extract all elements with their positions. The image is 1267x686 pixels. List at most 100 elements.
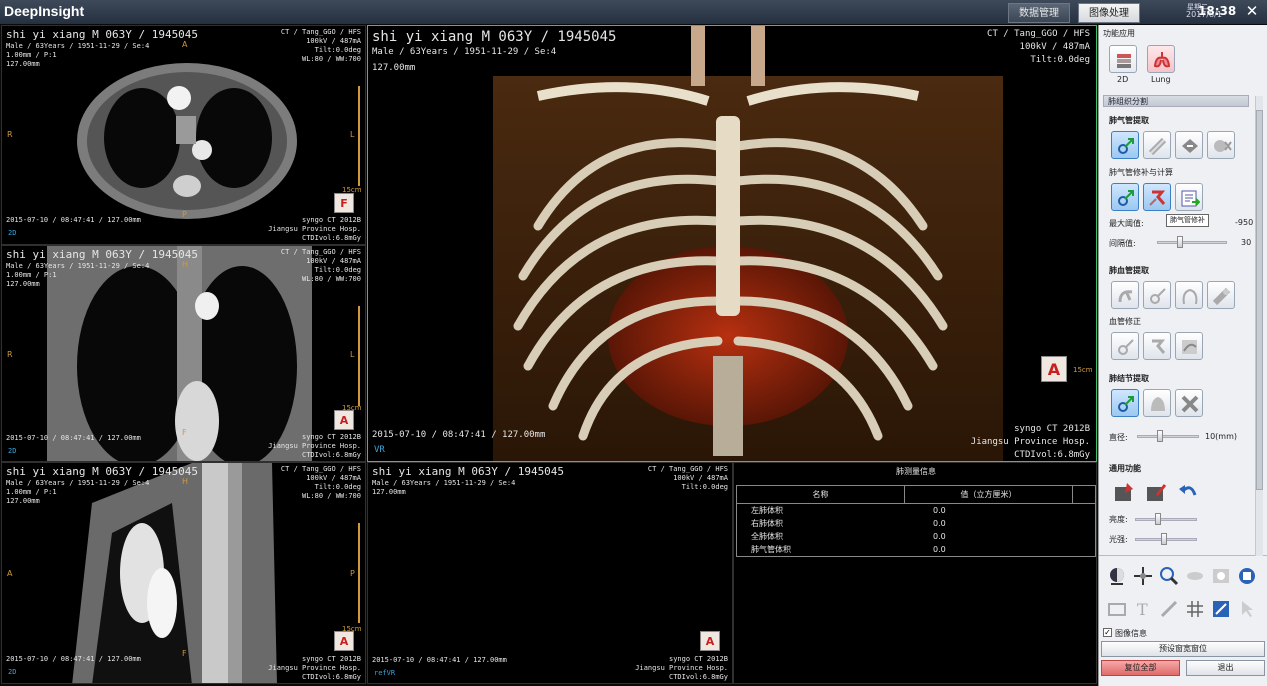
patient-name: shi yi xiang M 063Y / 1945045: [372, 29, 617, 45]
vessel-extract-button-4[interactable]: [1207, 281, 1235, 309]
nodule-lung-button[interactable]: [1143, 389, 1171, 417]
axial-viewport[interactable]: shi yi xiang M 063Y / 1945045 Male / 63Y…: [1, 25, 366, 245]
brightness-slider-thumb[interactable]: [1155, 513, 1161, 525]
rotate-icon[interactable]: [1185, 566, 1205, 586]
zoom-icon[interactable]: [1159, 566, 1179, 586]
window-level: WL:80 / WW:700: [301, 492, 361, 500]
table-row[interactable]: 肺气管体积 0.0: [737, 543, 1095, 556]
reset-all-button[interactable]: 复位全部: [1101, 660, 1180, 676]
hospital: Jiangsu Province Hosp.: [268, 664, 361, 672]
orientation-cube[interactable]: A: [334, 410, 354, 430]
tab-image-processing[interactable]: 图像处理: [1078, 3, 1140, 23]
ruler-icon[interactable]: [1159, 599, 1179, 619]
app-2d-button[interactable]: [1109, 45, 1137, 73]
rectangle-roi-icon[interactable]: [1107, 599, 1127, 619]
image-info-checkbox[interactable]: ✓: [1103, 628, 1112, 637]
airway-extract-heading: 肺气管提取: [1109, 116, 1149, 125]
sagittal-viewport[interactable]: shi yi xiang M 063Y / 1945045 Male / 63Y…: [1, 462, 366, 684]
coronal-viewport[interactable]: shi yi xiang M 063Y / 1945045 Male / 63Y…: [1, 245, 366, 462]
airway-repair-button[interactable]: [1143, 183, 1171, 211]
light-slider-thumb[interactable]: [1161, 533, 1167, 545]
vessel-repair-button[interactable]: [1143, 332, 1171, 360]
orientation-cube[interactable]: F: [334, 193, 354, 213]
nodule-extract-heading: 肺结节提取: [1109, 374, 1149, 383]
table-row[interactable]: 全肺体积 0.0: [737, 530, 1095, 543]
thickness: 127.00mm: [372, 63, 416, 73]
airway-tube-button[interactable]: [1143, 131, 1171, 159]
hospital: Jiangsu Province Hosp.: [268, 442, 361, 450]
orientation-left: R: [7, 350, 13, 359]
screenshot-icon[interactable]: [1211, 599, 1231, 619]
vessel-repair-seed-button[interactable]: [1111, 332, 1139, 360]
interval-slider-thumb[interactable]: [1177, 236, 1183, 248]
hospital: Jiangsu Province Hosp.: [970, 437, 1090, 447]
table-row[interactable]: 左肺体积 0.0: [737, 504, 1095, 517]
window-level-icon[interactable]: [1107, 566, 1127, 586]
volume-rendering-image: [493, 26, 1003, 461]
slice-info: 1.00mm / P:1: [6, 51, 57, 59]
table-title: 肺测量信息: [896, 467, 936, 476]
panel-scroll-thumb[interactable]: [1256, 110, 1263, 490]
tab-data-management[interactable]: 数据管理: [1008, 3, 1070, 23]
layout-icon[interactable]: [1237, 566, 1257, 586]
airway-repair-seed-button[interactable]: [1111, 183, 1139, 211]
orientation-cube[interactable]: A: [1041, 356, 1067, 382]
volume-render-viewport[interactable]: shi yi xiang M 063Y / 1945045 Male / 63Y…: [367, 25, 1097, 462]
airway-repair-tooltip: 肺气管修补: [1166, 214, 1209, 227]
panel-scrollbar[interactable]: [1255, 96, 1263, 556]
orientation-cube[interactable]: A: [700, 631, 720, 651]
thickness: 127.00mm: [372, 488, 406, 496]
patient-demographics: Male / 63Years / 1951-11-29 / Se:4: [6, 262, 150, 270]
row-name: 左肺体积: [751, 506, 783, 515]
view-mode: 2D: [8, 447, 17, 455]
brightness-label: 亮度:: [1109, 515, 1128, 524]
close-icon[interactable]: ✕: [1244, 2, 1260, 20]
paint-red-icon[interactable]: [1113, 481, 1135, 503]
row-value: 0.0: [933, 545, 946, 554]
window-level: WL:80 / WW:700: [301, 275, 361, 283]
nodule-clear-button[interactable]: [1175, 389, 1203, 417]
tilt-info: Tilt:0.0deg: [681, 483, 728, 491]
max-threshold-value: -950: [1235, 218, 1254, 227]
brightness-slider-track[interactable]: [1135, 518, 1197, 521]
preset-window-button[interactable]: 预设窗宽窗位: [1101, 641, 1265, 657]
paint-edit-icon[interactable]: [1145, 481, 1167, 503]
diameter-slider-thumb[interactable]: [1157, 430, 1163, 442]
vessel-calc-button[interactable]: [1175, 332, 1203, 360]
airway-repair-heading: 肺气管修补与计算: [1109, 168, 1173, 177]
orientation-cube[interactable]: A: [334, 631, 354, 651]
pan-icon[interactable]: [1133, 566, 1153, 586]
lung-volume-table: 名称 值（立方厘米） 左肺体积 0.0 右肺体积 0.0 全肺体积 0.0 肺气管体积…: [736, 485, 1096, 557]
ct-info: CT / Tang_GGO / HFS: [280, 465, 361, 473]
window-level: WL:80 / WW:700: [301, 55, 361, 63]
ref-vr-viewport[interactable]: shi yi xiang M 063Y / 1945045 Male / 63Y…: [367, 462, 733, 684]
airway-calc-button[interactable]: [1175, 183, 1203, 211]
grid-icon[interactable]: [1185, 599, 1205, 619]
scanner: syngo CT 2012B: [301, 655, 361, 663]
app-2d-label: 2D: [1117, 75, 1129, 84]
undo-icon[interactable]: [1177, 481, 1199, 503]
section-lung-segmentation[interactable]: 肺组织分割: [1103, 95, 1249, 107]
vessel-extract-button-3[interactable]: [1175, 281, 1203, 309]
exit-button[interactable]: 退出: [1186, 660, 1265, 676]
tool-panel: 功能应用 2D Lung 肺组织分割 肺气管提取 肺气管修补与计算 最大阈值: …: [1098, 25, 1267, 686]
diameter-slider-track[interactable]: [1137, 435, 1199, 438]
text-icon[interactable]: T: [1133, 599, 1153, 619]
scale-bar: [358, 86, 360, 186]
ct-info: CT / Tang_GGO / HFS: [280, 248, 361, 256]
func-app-heading: 功能应用: [1103, 29, 1135, 38]
ctdi: CTDIvol:6.8mGy: [301, 673, 361, 681]
scale-bar: [358, 523, 360, 623]
nodule-seed-button[interactable]: [1111, 389, 1139, 417]
invert-icon[interactable]: [1211, 566, 1231, 586]
pointer-icon[interactable]: [1237, 599, 1257, 619]
app-lung-button[interactable]: [1147, 45, 1175, 73]
airway-seed-button[interactable]: [1111, 131, 1139, 159]
airway-clear-button[interactable]: [1207, 131, 1235, 159]
vessel-extract-button-2[interactable]: [1143, 281, 1171, 309]
airway-cut-button[interactable]: [1175, 131, 1203, 159]
orientation-top: H: [182, 477, 189, 486]
vessel-extract-button-1[interactable]: [1111, 281, 1139, 309]
table-row[interactable]: 右肺体积 0.0: [737, 517, 1095, 530]
interval-slider-track[interactable]: [1157, 241, 1227, 244]
